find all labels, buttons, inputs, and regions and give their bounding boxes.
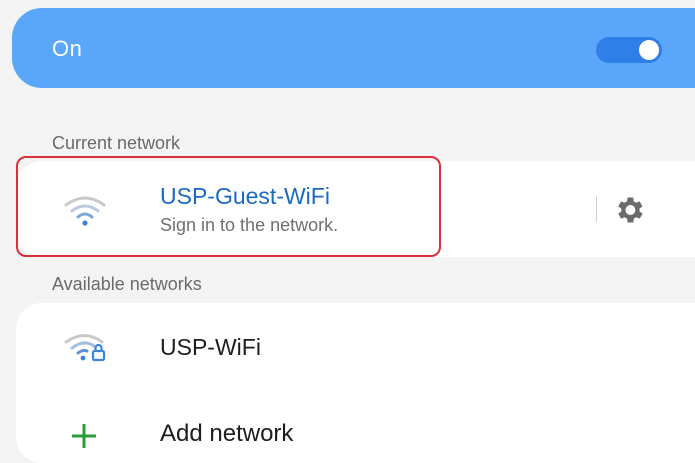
settings-divider bbox=[596, 196, 597, 222]
available-network-name[interactable]: USP-WiFi bbox=[160, 334, 261, 361]
wifi-master-switch-bar[interactable]: On bbox=[12, 8, 695, 88]
current-network-name[interactable]: USP-Guest-WiFi bbox=[160, 183, 330, 210]
available-networks-heading: Available networks bbox=[52, 274, 202, 294]
current-network-heading: Current network bbox=[52, 133, 181, 153]
toggle-knob bbox=[639, 40, 659, 60]
wifi-state-label: On bbox=[52, 36, 83, 61]
wifi-lock-icon bbox=[64, 334, 106, 362]
plus-icon[interactable] bbox=[66, 418, 102, 454]
wifi-icon bbox=[64, 196, 106, 226]
gear-icon[interactable] bbox=[612, 193, 646, 227]
add-network-label[interactable]: Add network bbox=[160, 420, 293, 448]
current-network-status: Sign in to the network. bbox=[160, 215, 339, 235]
wifi-toggle-switch[interactable] bbox=[596, 37, 662, 63]
available-networks-card bbox=[16, 303, 695, 463]
